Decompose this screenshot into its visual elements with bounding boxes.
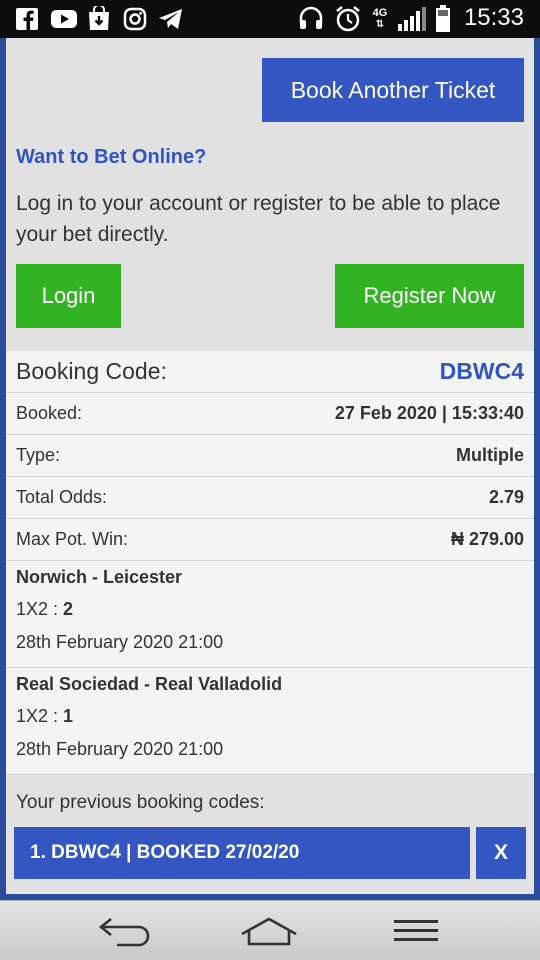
max-win-value: ₦ 279.00 xyxy=(450,529,524,549)
pick-value: 2 xyxy=(63,599,74,619)
clock: 15:33 xyxy=(463,4,524,31)
type-row: Type: Multiple xyxy=(6,435,534,477)
total-odds-value: 2.79 xyxy=(488,487,524,507)
network-type: 4G ⇅ xyxy=(368,5,392,33)
bet-online-description: Log in to your account or register to be… xyxy=(16,192,501,246)
signal-icon xyxy=(396,5,428,33)
total-odds-label: Total Odds: xyxy=(16,487,108,507)
match-item: Real Sociedad - Real Valladolid 1X2 : 1 … xyxy=(6,668,534,775)
telegram-icon xyxy=(157,5,185,33)
booking-code-label: Booking Code: xyxy=(16,358,167,384)
menu-icon[interactable] xyxy=(388,913,444,949)
total-odds-row: Total Odds: 2.79 xyxy=(6,477,534,519)
app-frame: Book Another Ticket Want to Bet Online? … xyxy=(0,38,540,900)
previous-code-item[interactable]: 1. DBWC4 | BOOKED 27/02/20 xyxy=(14,827,470,879)
network-label: 4G xyxy=(372,7,388,19)
booked-label: Booked: xyxy=(16,403,83,423)
booked-row: Booked: 27 Feb 2020 | 15:33:40 xyxy=(6,393,534,435)
type-value: Multiple xyxy=(456,445,524,465)
navigation-bar xyxy=(0,900,540,960)
booking-code-row: Booking Code: DBWC4 xyxy=(6,351,534,393)
headset-icon xyxy=(296,5,326,33)
match-teams: Norwich - Leicester xyxy=(16,567,183,587)
booking-details: Booking Code: DBWC4 Booked: 27 Feb 2020 … xyxy=(6,351,534,775)
match-pick: 1X2 : 2 xyxy=(16,599,73,620)
market-label: 1X2 : xyxy=(16,706,59,726)
pick-value: 1 xyxy=(63,706,74,726)
match-teams: Real Sociedad - Real Valladolid xyxy=(16,674,283,694)
match-item: Norwich - Leicester 1X2 : 2 28th Februar… xyxy=(6,561,534,668)
youtube-icon xyxy=(50,5,78,33)
match-date: 28th February 2020 21:00 xyxy=(16,632,224,652)
battery-icon xyxy=(433,5,453,33)
booked-value: 27 Feb 2020 | 15:33:40 xyxy=(334,403,524,423)
type-label: Type: xyxy=(16,445,61,465)
booking-code-value: DBWC4 xyxy=(439,358,524,384)
home-icon[interactable] xyxy=(238,913,300,949)
bet-online-heading: Want to Bet Online? xyxy=(16,146,207,168)
match-date: 28th February 2020 21:00 xyxy=(16,739,224,759)
download-store-icon xyxy=(86,5,112,33)
remove-code-button[interactable]: X xyxy=(476,827,526,879)
login-button[interactable]: Login xyxy=(16,264,121,328)
book-another-ticket-button[interactable]: Book Another Ticket xyxy=(262,58,524,122)
booking-page: Book Another Ticket Want to Bet Online? … xyxy=(6,38,534,894)
match-pick: 1X2 : 1 xyxy=(16,706,73,727)
data-arrows-icon: ⇅ xyxy=(375,19,385,30)
register-button[interactable]: Register Now xyxy=(335,264,524,328)
back-icon[interactable] xyxy=(94,913,156,949)
facebook-icon xyxy=(14,5,40,33)
instagram-icon xyxy=(122,5,148,33)
market-label: 1X2 : xyxy=(16,599,59,619)
max-win-label: Max Pot. Win: xyxy=(16,529,129,549)
max-win-row: Max Pot. Win: ₦ 279.00 xyxy=(6,519,534,561)
alarm-icon xyxy=(333,5,363,33)
status-bar: 4G ⇅ 15:33 xyxy=(0,0,540,38)
previous-codes-label: Your previous booking codes: xyxy=(16,792,265,813)
